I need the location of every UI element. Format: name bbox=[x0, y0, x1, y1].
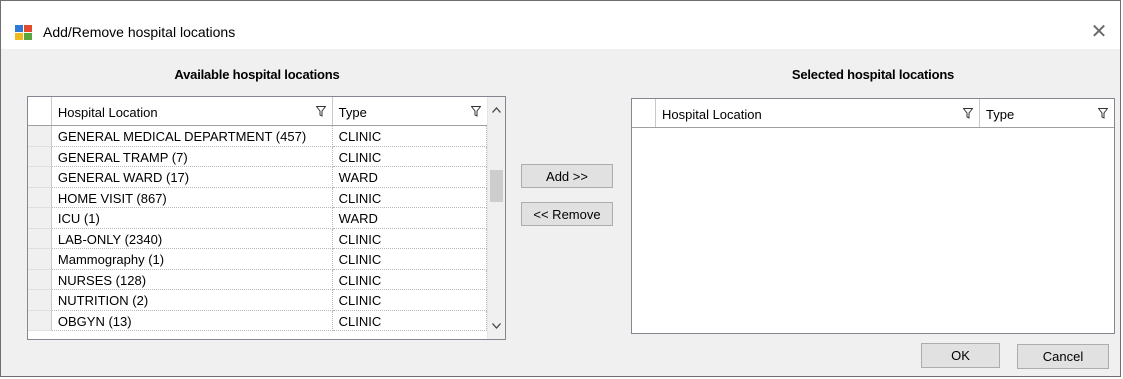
row-selector[interactable] bbox=[28, 208, 52, 229]
type-cell[interactable]: CLINIC bbox=[332, 249, 487, 270]
type-cell[interactable]: CLINIC bbox=[332, 290, 487, 311]
column-header-type[interactable]: Type bbox=[980, 99, 1114, 127]
type-cell[interactable]: CLINIC bbox=[332, 126, 487, 147]
vertical-scrollbar[interactable] bbox=[487, 97, 505, 339]
close-button[interactable]: ✕ bbox=[1086, 18, 1112, 44]
row-selector[interactable] bbox=[28, 249, 52, 270]
add-button[interactable]: Add >> bbox=[521, 164, 613, 188]
hospital-location-cell[interactable]: ICU (1) bbox=[51, 208, 333, 229]
filter-icon[interactable] bbox=[315, 106, 326, 117]
grid-rows: GENERAL MEDICAL DEPARTMENT (457) CLINIC GE… bbox=[28, 126, 487, 339]
type-cell[interactable]: CLINIC bbox=[332, 310, 487, 331]
hospital-location-cell[interactable]: GENERAL TRAMP (7) bbox=[51, 146, 333, 167]
hospital-location-cell[interactable]: NURSES (128) bbox=[51, 269, 333, 290]
row-selector[interactable] bbox=[28, 187, 52, 208]
column-header-label: Type bbox=[338, 105, 367, 120]
cancel-button[interactable]: Cancel bbox=[1017, 344, 1109, 369]
title-bar: Add/Remove hospital locations ✕ bbox=[1, 1, 1120, 49]
type-cell[interactable]: CLINIC bbox=[332, 187, 487, 208]
row-selector[interactable] bbox=[28, 146, 52, 167]
table-row[interactable]: Mammography (1) CLINIC bbox=[28, 249, 487, 270]
hospital-location-cell[interactable]: Mammography (1) bbox=[51, 249, 333, 270]
scroll-down-button[interactable] bbox=[488, 317, 505, 335]
remove-button[interactable]: << Remove bbox=[521, 202, 613, 226]
column-header-label: Hospital Location bbox=[57, 105, 158, 120]
app-window-icon bbox=[15, 25, 32, 40]
grid-header: Hospital Location Type bbox=[28, 97, 487, 126]
dialog-window: Add/Remove hospital locations ✕ Availabl… bbox=[0, 0, 1121, 377]
selected-locations-title: Selected hospital locations bbox=[791, 67, 955, 82]
row-selector[interactable] bbox=[28, 126, 52, 147]
type-cell[interactable]: CLINIC bbox=[332, 146, 487, 167]
row-selector-header bbox=[28, 97, 52, 125]
hospital-location-cell[interactable]: NUTRITION (2) bbox=[51, 290, 333, 311]
table-row[interactable]: HOME VISIT (867) CLINIC bbox=[28, 187, 487, 208]
scroll-up-button[interactable] bbox=[488, 101, 505, 119]
column-header-hospital-location[interactable]: Hospital Location bbox=[656, 99, 980, 127]
filter-icon[interactable] bbox=[1098, 108, 1108, 119]
table-row[interactable]: ICU (1) WARD bbox=[28, 208, 487, 229]
ok-button[interactable]: OK bbox=[921, 343, 1000, 368]
row-selector-header bbox=[632, 99, 656, 127]
table-row[interactable]: OBGYN (13) CLINIC bbox=[28, 310, 487, 331]
row-selector[interactable] bbox=[28, 228, 52, 249]
hospital-location-cell[interactable]: GENERAL MEDICAL DEPARTMENT (457) bbox=[51, 126, 333, 147]
type-cell[interactable]: WARD bbox=[332, 167, 487, 188]
chevron-up-icon bbox=[492, 107, 501, 113]
available-locations-grid[interactable]: Hospital Location Type GENERAL MEDICAL D… bbox=[27, 96, 506, 340]
hospital-location-cell[interactable]: GENERAL WARD (17) bbox=[51, 167, 333, 188]
hospital-location-cell[interactable]: OBGYN (13) bbox=[51, 310, 333, 331]
table-row[interactable]: GENERAL WARD (17) WARD bbox=[28, 167, 487, 188]
table-row[interactable]: GENERAL TRAMP (7) CLINIC bbox=[28, 146, 487, 167]
available-locations-title: Available hospital locations bbox=[174, 67, 340, 82]
hospital-location-cell[interactable]: LAB-ONLY (2340) bbox=[51, 228, 333, 249]
column-header-label: Type bbox=[986, 107, 1015, 122]
type-cell[interactable]: WARD bbox=[332, 208, 487, 229]
column-header-type[interactable]: Type bbox=[332, 97, 487, 125]
selected-locations-grid[interactable]: Hospital Location Type bbox=[631, 98, 1115, 334]
table-row[interactable]: NURSES (128) CLINIC bbox=[28, 269, 487, 290]
type-cell[interactable]: CLINIC bbox=[332, 228, 487, 249]
table-row[interactable]: LAB-ONLY (2340) CLINIC bbox=[28, 228, 487, 249]
row-selector[interactable] bbox=[28, 167, 52, 188]
column-header-label: Hospital Location bbox=[662, 107, 762, 122]
row-selector[interactable] bbox=[28, 290, 52, 311]
hospital-location-cell[interactable]: HOME VISIT (867) bbox=[51, 187, 333, 208]
row-selector[interactable] bbox=[28, 310, 52, 331]
type-cell[interactable]: CLINIC bbox=[332, 269, 487, 290]
window-title: Add/Remove hospital locations bbox=[43, 24, 236, 40]
table-row[interactable]: GENERAL MEDICAL DEPARTMENT (457) CLINIC bbox=[28, 126, 487, 147]
close-icon: ✕ bbox=[1090, 20, 1108, 43]
column-header-hospital-location[interactable]: Hospital Location bbox=[51, 97, 333, 125]
row-selector[interactable] bbox=[28, 269, 52, 290]
filter-icon[interactable] bbox=[470, 106, 481, 117]
chevron-down-icon bbox=[492, 323, 501, 329]
table-row[interactable]: NUTRITION (2) CLINIC bbox=[28, 290, 487, 311]
filter-icon[interactable] bbox=[963, 108, 973, 119]
grid-header: Hospital Location Type bbox=[632, 99, 1114, 128]
scroll-thumb[interactable] bbox=[490, 170, 503, 202]
